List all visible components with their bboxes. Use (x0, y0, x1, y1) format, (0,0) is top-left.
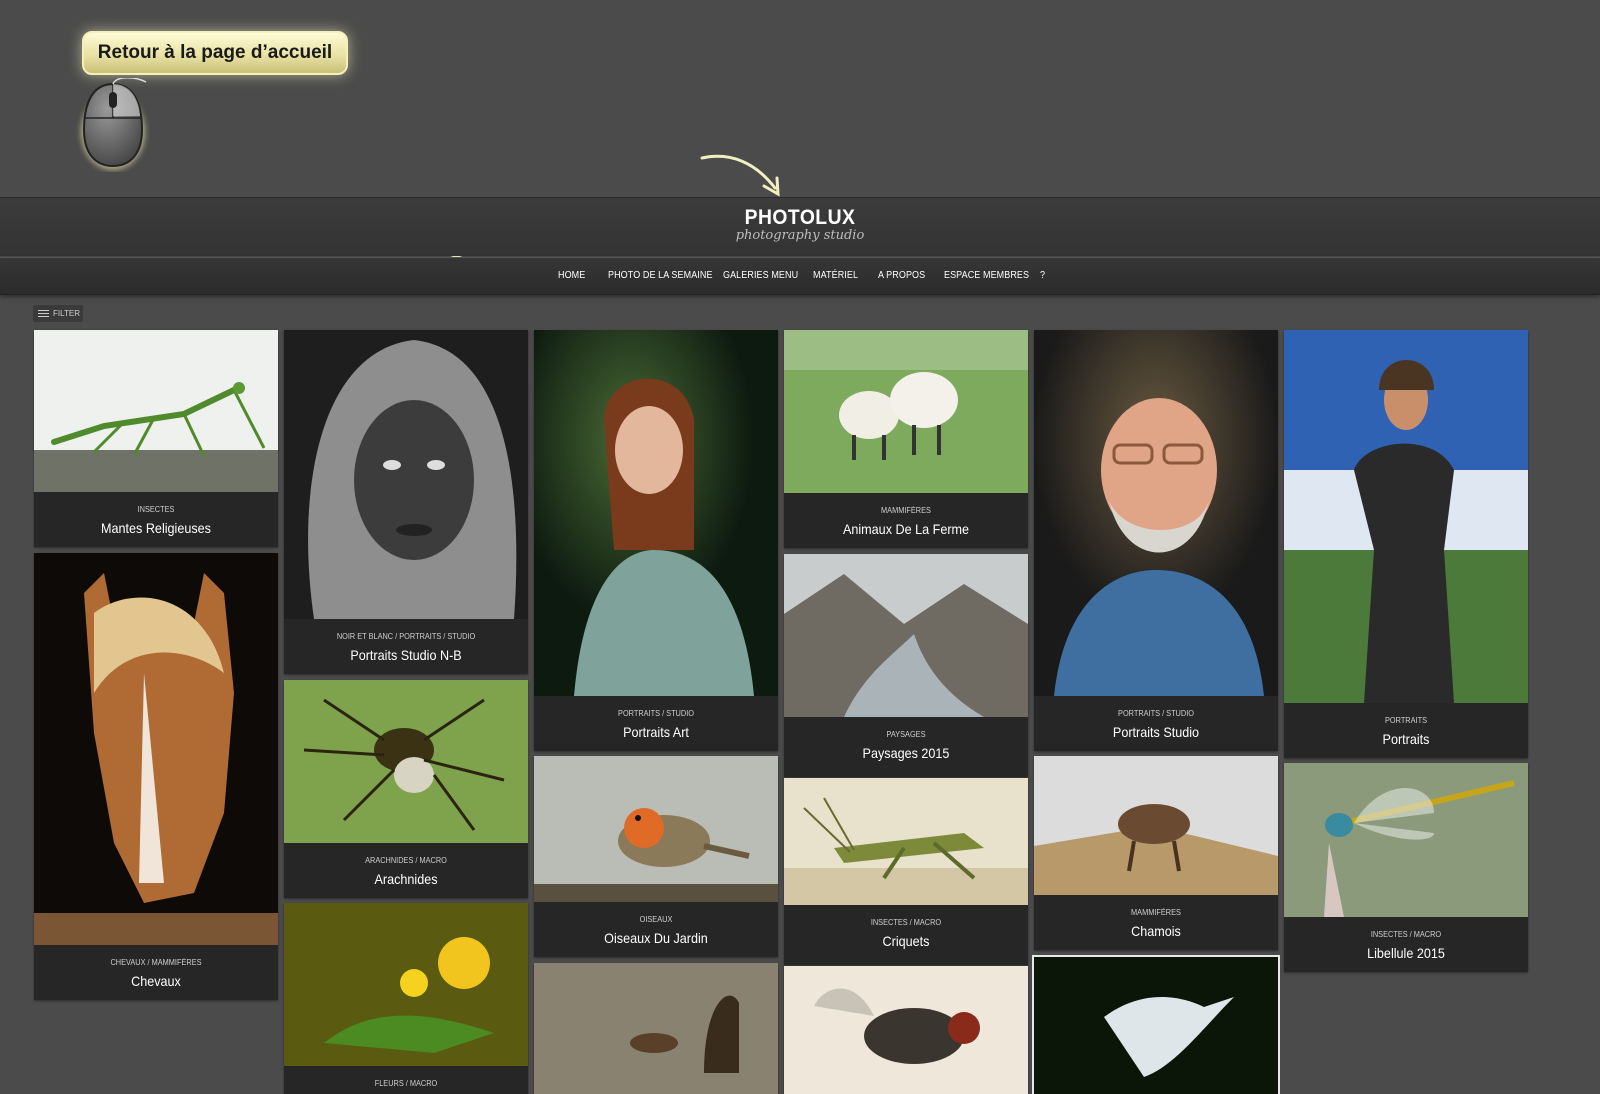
gallery-category: ARACHNIDES / MACRO (365, 856, 447, 865)
outdoor-portrait-photo[interactable] (1284, 330, 1528, 703)
nav-home[interactable]: HOME (558, 270, 585, 281)
nav-espace-membres[interactable]: ESPACE MEMBRES (944, 270, 1029, 281)
nav-a-propos[interactable]: A PROPOS (878, 270, 925, 281)
gallery-card[interactable]: OISEAUX Oiseaux Du Jardin (534, 756, 778, 957)
nav-materiel[interactable]: MATÉRIEL (813, 270, 858, 281)
arrow-to-logo-icon (700, 154, 780, 197)
gallery-category: INSECTES / MACRO (870, 918, 942, 927)
brand-title[interactable]: PHOTOLUX (64, 198, 1536, 230)
gallery-title[interactable]: Chevaux (46, 973, 266, 989)
gallery-card[interactable]: ARACHNIDES / MACRO Arachnides (284, 680, 528, 898)
beaver-photo[interactable] (534, 963, 778, 1094)
gallery-title[interactable]: Arachnides (296, 871, 516, 887)
gallery-category: INSECTES / MACRO (1370, 930, 1442, 939)
gallery-card[interactable]: PORTRAITS Portraits (1284, 330, 1528, 758)
gallery-category: PAYSAGES (886, 730, 926, 739)
gallery-title[interactable]: Criquets (796, 933, 1016, 949)
horse-photo[interactable] (34, 553, 278, 945)
grasshopper-photo[interactable] (784, 778, 1028, 905)
nav-photo-de-la-semaine[interactable]: PHOTO DE LA SEMAINE (608, 270, 713, 281)
gallery-card[interactable]: FLEURS / MACRO (284, 903, 528, 1094)
mouse-icon (81, 78, 147, 170)
gallery-title[interactable]: Portraits (1296, 731, 1516, 747)
gallery-title[interactable]: Chamois (1046, 923, 1266, 939)
gallery-card[interactable]: PORTRAITS / STUDIO Portraits Art (534, 330, 778, 751)
gallery-card[interactable]: INSECTES Mantes Religieuses (34, 330, 278, 547)
sheep-photo[interactable] (784, 330, 1028, 493)
gallery-title[interactable]: Mantes Religieuses (46, 520, 266, 536)
gallery-card[interactable]: MAMMIFÈRES Animaux De La Ferme (784, 330, 1028, 548)
gallery-title[interactable]: Libellule 2015 (1296, 945, 1516, 961)
man-portrait-photo[interactable] (1034, 330, 1278, 696)
gallery-card[interactable]: PORTRAITS / STUDIO Portraits Studio (1034, 330, 1278, 751)
gallery-card[interactable]: INSECTES / MACRO Libellule 2015 (1284, 763, 1528, 972)
landscape-photo[interactable] (784, 554, 1028, 717)
site-header: PHOTOLUX photography studio (0, 197, 1600, 256)
dragonfly-photo[interactable] (1284, 763, 1528, 917)
gallery-category: PORTRAITS / STUDIO (618, 709, 694, 718)
mantis-photo[interactable] (34, 330, 278, 492)
gallery-card[interactable]: MAMMIFÈRES Chamois (1034, 756, 1278, 950)
gallery-category: MAMMIFÈRES (1131, 908, 1181, 917)
gallery-title[interactable]: Oiseaux Du Jardin (546, 930, 766, 946)
gallery-category: PORTRAITS / STUDIO (1118, 709, 1194, 718)
nav-help[interactable]: ? (1040, 270, 1045, 281)
art-portrait-photo[interactable] (534, 330, 778, 696)
spider-photo[interactable] (284, 680, 528, 843)
gallery-category: NOIR ET BLANC / PORTRAITS / STUDIO (336, 632, 476, 641)
main-nav: HOME PHOTO DE LA SEMAINE GALERIES MENU M… (0, 257, 1600, 295)
heron-photo[interactable] (1034, 957, 1278, 1094)
robin-photo[interactable] (534, 756, 778, 902)
gallery-category: FLEURS / MACRO (374, 1079, 438, 1088)
bw-portrait-photo[interactable] (284, 330, 528, 619)
gallery-category: CHEVAUX / MAMMIFÈRES (110, 958, 202, 967)
gallery-title[interactable]: Paysages 2015 (796, 745, 1016, 761)
back-to-home-button[interactable]: Retour à la page d’accueil (82, 31, 348, 75)
gallery-card[interactable] (534, 963, 778, 1094)
chamois-photo[interactable] (1034, 756, 1278, 895)
flowers-photo[interactable] (284, 903, 528, 1066)
gallery-card[interactable]: INSECTES / MACRO Criquets (784, 778, 1028, 965)
gallery-category: MAMMIFÈRES (881, 506, 931, 515)
gallery-card[interactable]: PAYSAGES Paysages 2015 (784, 554, 1028, 777)
fly-photo[interactable] (784, 966, 1028, 1094)
filter-label: FILTER (53, 309, 80, 318)
gallery-card[interactable]: CHEVAUX / MAMMIFÈRES Chevaux (34, 553, 278, 1000)
gallery-title[interactable]: Portraits Studio (1046, 724, 1266, 740)
gallery-category: PORTRAITS (1384, 716, 1427, 725)
brand-subtitle: photography studio (735, 228, 865, 243)
gallery-title[interactable]: Portraits Studio N-B (296, 647, 516, 663)
gallery-card[interactable] (1032, 955, 1280, 1094)
nav-galeries-menu[interactable]: GALERIES MENU (723, 270, 798, 281)
filter-button[interactable]: FILTER (33, 305, 83, 322)
gallery-title[interactable]: Animaux De La Ferme (796, 521, 1016, 537)
menu-icon (38, 310, 49, 317)
gallery-title[interactable]: Portraits Art (546, 724, 766, 740)
gallery-card[interactable]: NOIR ET BLANC / PORTRAITS / STUDIO Portra… (284, 330, 528, 674)
gallery-card[interactable] (784, 966, 1028, 1094)
gallery-category: INSECTES (137, 505, 175, 514)
gallery-category: OISEAUX (639, 915, 673, 924)
